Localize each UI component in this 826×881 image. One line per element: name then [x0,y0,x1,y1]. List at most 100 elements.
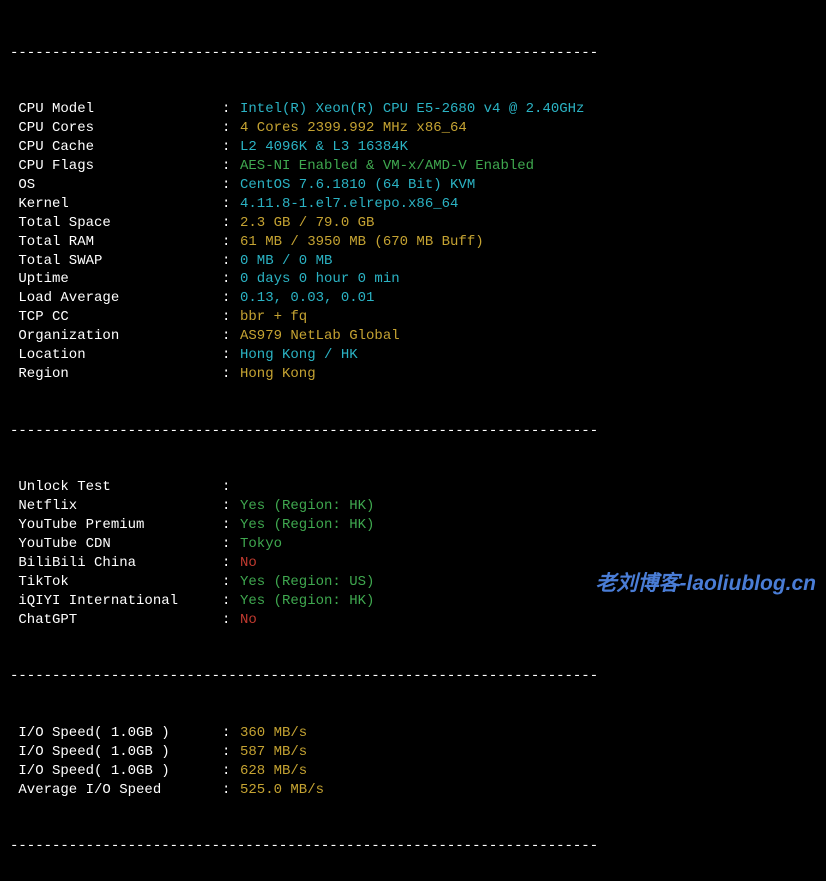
row-label: CPU Flags [10,157,222,176]
row-label: Location [10,346,222,365]
row-value [240,478,816,497]
row-value: Hong Kong [240,365,816,384]
row-value: L2 4096K & L3 16384K [240,138,816,157]
info-row-os: OS : CentOS 7.6.1810 (64 Bit) KVM [10,176,816,195]
row-value: 360 MB/s [240,724,816,743]
row-value: Yes (Region: HK) [240,592,816,611]
info-row-cpu-cores: CPU Cores : 4 Cores 2399.992 MHz x86_64 [10,119,816,138]
info-row-bilibili-china: BiliBili China : No [10,554,816,573]
info-row-organization: Organization : AS979 NetLab Global [10,327,816,346]
info-row-cpu-flags: CPU Flags : AES-NI Enabled & VM-x/AMD-V … [10,157,816,176]
row-separator: : [222,573,240,592]
row-separator: : [222,252,240,271]
row-value: CentOS 7.6.1810 (64 Bit) KVM [240,176,816,195]
row-label: Netflix [10,497,222,516]
unlock-section: Unlock Test : Netflix : Yes (Region: HK)… [10,478,816,629]
info-row-cpu-model: CPU Model : Intel(R) Xeon(R) CPU E5-2680… [10,100,816,119]
row-separator: : [222,214,240,233]
row-value: 4.11.8-1.el7.elrepo.x86_64 [240,195,816,214]
row-value: Hong Kong / HK [240,346,816,365]
info-row-load-average: Load Average : 0.13, 0.03, 0.01 [10,289,816,308]
info-row-chatgpt: ChatGPT : No [10,611,816,630]
sysinfo-section: CPU Model : Intel(R) Xeon(R) CPU E5-2680… [10,100,816,383]
row-label: Load Average [10,289,222,308]
row-value: 0 days 0 hour 0 min [240,270,816,289]
row-separator: : [222,554,240,573]
row-label: YouTube CDN [10,535,222,554]
io-section: I/O Speed( 1.0GB ) : 360 MB/s I/O Speed(… [10,724,816,800]
row-separator: : [222,724,240,743]
row-label: CPU Cores [10,119,222,138]
info-row-cpu-cache: CPU Cache : L2 4096K & L3 16384K [10,138,816,157]
row-label: Total RAM [10,233,222,252]
row-label: OS [10,176,222,195]
row-value: Tokyo [240,535,816,554]
row-separator: : [222,478,240,497]
row-value: 4 Cores 2399.992 MHz x86_64 [240,119,816,138]
row-label: I/O Speed( 1.0GB ) [10,743,222,762]
row-value: 2.3 GB / 79.0 GB [240,214,816,233]
row-separator: : [222,762,240,781]
row-separator: : [222,308,240,327]
row-separator: : [222,743,240,762]
row-label: ChatGPT [10,611,222,630]
row-value: 61 MB / 3950 MB (670 MB Buff) [240,233,816,252]
row-label: CPU Model [10,100,222,119]
row-separator: : [222,497,240,516]
row-label: Total Space [10,214,222,233]
row-separator: : [222,270,240,289]
info-row-netflix: Netflix : Yes (Region: HK) [10,497,816,516]
info-row-kernel: Kernel : 4.11.8-1.el7.elrepo.x86_64 [10,195,816,214]
row-value: 628 MB/s [240,762,816,781]
row-value: Yes (Region: US) [240,573,816,592]
row-value: 0.13, 0.03, 0.01 [240,289,816,308]
row-label: Average I/O Speed [10,781,222,800]
info-row-io-0: I/O Speed( 1.0GB ) : 360 MB/s [10,724,816,743]
row-separator: : [222,327,240,346]
row-separator: : [222,289,240,308]
info-row-io-3: Average I/O Speed : 525.0 MB/s [10,781,816,800]
row-separator: : [222,592,240,611]
row-separator: : [222,138,240,157]
row-value: 0 MB / 0 MB [240,252,816,271]
row-label: I/O Speed( 1.0GB ) [10,724,222,743]
row-label: I/O Speed( 1.0GB ) [10,762,222,781]
row-separator: : [222,233,240,252]
row-value: 587 MB/s [240,743,816,762]
row-value: AS979 NetLab Global [240,327,816,346]
row-value: Yes (Region: HK) [240,516,816,535]
row-label: Organization [10,327,222,346]
row-label: Region [10,365,222,384]
info-row-tiktok: TikTok : Yes (Region: US) [10,573,816,592]
row-separator: : [222,195,240,214]
info-row-tcp-cc: TCP CC : bbr + fq [10,308,816,327]
row-label: Unlock Test [10,478,222,497]
info-row-io-1: I/O Speed( 1.0GB ) : 587 MB/s [10,743,816,762]
info-row-youtube-cdn: YouTube CDN : Tokyo [10,535,816,554]
row-separator: : [222,100,240,119]
info-row-region: Region : Hong Kong [10,365,816,384]
divider: ----------------------------------------… [10,44,816,63]
row-label: Uptime [10,270,222,289]
row-label: TCP CC [10,308,222,327]
row-separator: : [222,346,240,365]
row-value: No [240,554,816,573]
info-row-iqiyi-international: iQIYI International : Yes (Region: HK) [10,592,816,611]
row-separator: : [222,611,240,630]
info-row-io-2: I/O Speed( 1.0GB ) : 628 MB/s [10,762,816,781]
row-value: 525.0 MB/s [240,781,816,800]
info-row-total-space: Total Space : 2.3 GB / 79.0 GB [10,214,816,233]
row-value: bbr + fq [240,308,816,327]
divider: ----------------------------------------… [10,422,816,441]
row-label: Total SWAP [10,252,222,271]
info-row-location: Location : Hong Kong / HK [10,346,816,365]
row-value: Intel(R) Xeon(R) CPU E5-2680 v4 @ 2.40GH… [240,100,816,119]
row-label: iQIYI International [10,592,222,611]
info-row-uptime: Uptime : 0 days 0 hour 0 min [10,270,816,289]
terminal-output: ----------------------------------------… [0,0,826,881]
row-label: YouTube Premium [10,516,222,535]
row-separator: : [222,157,240,176]
divider: ----------------------------------------… [10,837,816,856]
divider: ----------------------------------------… [10,667,816,686]
row-value: No [240,611,816,630]
